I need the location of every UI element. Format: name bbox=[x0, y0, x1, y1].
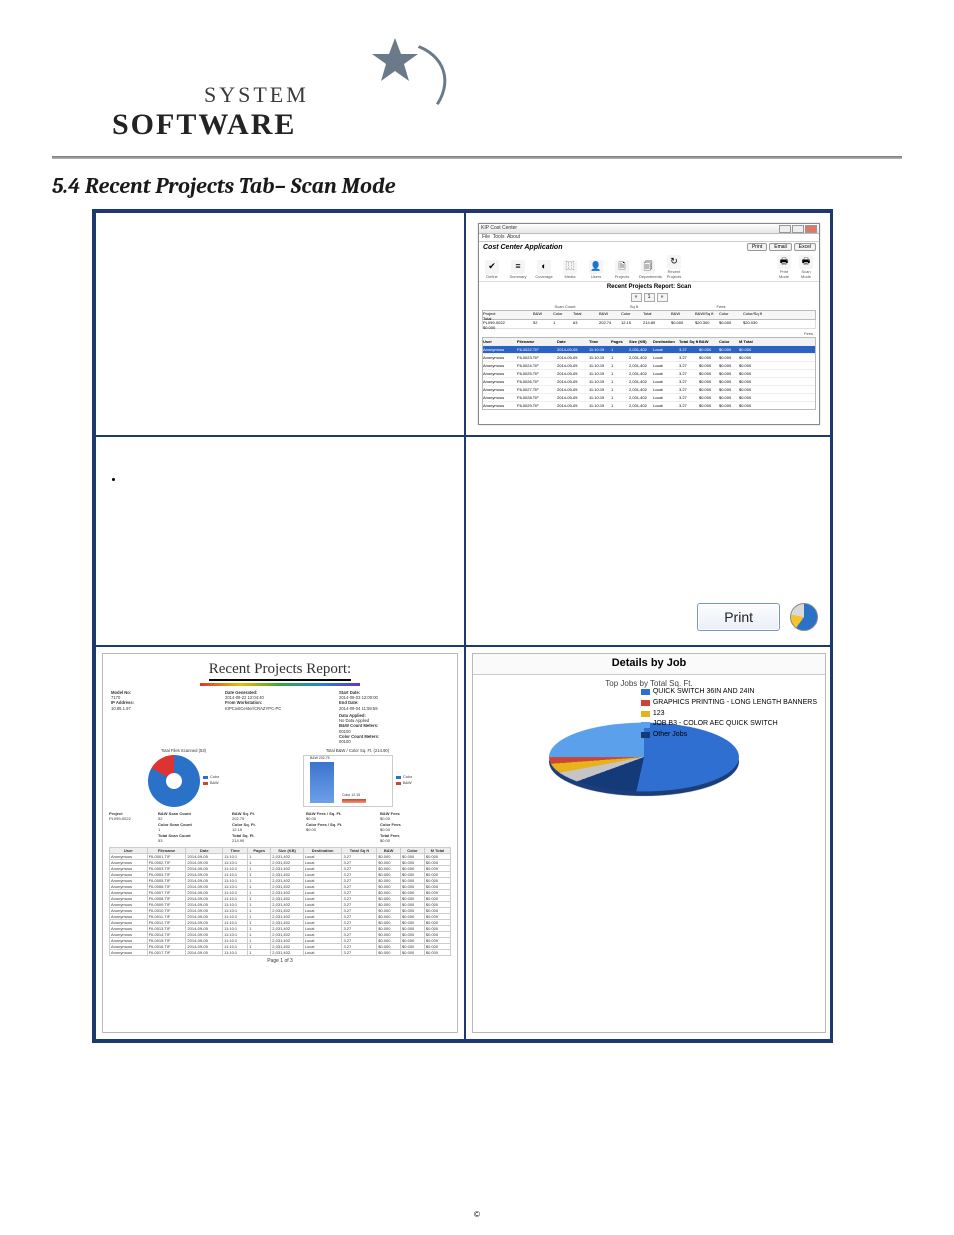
detail-row[interactable]: AnonymousFIL0029.TIF2014-09-0511:10:1912… bbox=[483, 401, 815, 409]
detail-headers: UserFilenameDateTimePagesSize (KB)Destin… bbox=[483, 338, 815, 345]
legend-item: JOB B3 - COLOR AEC QUICK SWITCH bbox=[641, 720, 817, 729]
report-title: Recent Projects Report: Scan bbox=[479, 284, 819, 292]
detail-row[interactable]: AnonymousFIL0024.TIF2014-09-0511:10:1912… bbox=[483, 361, 815, 369]
rainbow-rule bbox=[200, 683, 360, 686]
legend-item: QUICK SWITCH 36IN AND 24IN bbox=[641, 688, 817, 697]
report-row: AnonymousFIL0017.TIF2014-09-0511:10:112,… bbox=[110, 949, 451, 955]
define-icon[interactable]: ✔ bbox=[485, 260, 499, 274]
detail-row[interactable]: AnonymousFIL0025.TIF2014-09-0511:10:1912… bbox=[483, 369, 815, 377]
legend-item: 123 bbox=[641, 710, 817, 719]
detail-row[interactable]: AnonymousFIL0026.TIF2014-09-0511:10:1912… bbox=[483, 377, 815, 385]
excel-button[interactable]: Excel bbox=[794, 243, 816, 251]
cost-center-app-window: KIP Cost Center File Tools About Cost Ce… bbox=[478, 223, 820, 425]
menu-about[interactable]: About bbox=[507, 234, 520, 240]
report-meta: Model No:7170IP Address:10.85.1.97 Date … bbox=[111, 690, 449, 745]
content-grid: The fourth tab displayed on the Reports … bbox=[92, 209, 833, 1043]
detail-row[interactable]: AnonymousFIL0028.TIF2014-09-0511:10:1912… bbox=[483, 393, 815, 401]
row2-outro: Selecting the Pie Chart will allow the u… bbox=[108, 489, 452, 512]
print-button[interactable]: Print bbox=[747, 243, 767, 251]
print-mode-icon[interactable]: 🖶 bbox=[777, 255, 791, 269]
row2-bullet: None bbox=[124, 474, 146, 484]
top-action-buttons: Print Email Excel bbox=[747, 243, 816, 251]
window-controls bbox=[779, 225, 817, 233]
email-button[interactable]: Email bbox=[769, 243, 792, 251]
brand-logo: SYSTEM SOFTWARE bbox=[112, 38, 902, 148]
recent-projects-icon[interactable]: ↻ bbox=[667, 255, 681, 269]
minimize-icon[interactable] bbox=[779, 225, 791, 233]
cell-description-1: The fourth tab displayed on the Reports … bbox=[95, 212, 465, 436]
summary-row: PL099-002252163202.7412.15214.89$0.000$2… bbox=[482, 320, 816, 329]
menu-bar: File Tools About bbox=[479, 234, 819, 242]
pie-header: Details by Job bbox=[473, 654, 825, 675]
projects-icon[interactable]: 🗎 bbox=[615, 260, 629, 274]
legend-item: GRAPHICS PRINTING - LONG LENGTH BANNERS bbox=[641, 699, 817, 708]
detail-row[interactable]: AnonymousFIL0027.TIF2014-09-0511:10:1912… bbox=[483, 385, 815, 393]
donut-title: Total Files Scanned (53) bbox=[148, 748, 219, 753]
summary-icon[interactable]: ≡ bbox=[511, 260, 525, 274]
detail-table: UserFilenameDateTimePagesSize (KB)Destin… bbox=[482, 337, 816, 410]
section-heading: 5.4 Recent Projects Tab– Scan Mode bbox=[52, 173, 902, 199]
swoosh-icon bbox=[300, 24, 459, 157]
detail-row[interactable]: AnonymousFIL0023.TIF2014-09-0511:10:1912… bbox=[483, 353, 815, 361]
cell-app-screenshot: KIP Cost Center File Tools About Cost Ce… bbox=[465, 212, 833, 436]
window-titlebar: KIP Cost Center bbox=[479, 224, 819, 234]
print-button-large[interactable]: Print bbox=[697, 603, 780, 631]
cell-pie-panel: Details by Job Top Jobs by Total Sq. Ft.… bbox=[465, 646, 833, 1040]
fees-label: Fees bbox=[479, 331, 813, 336]
menu-tools[interactable]: Tools bbox=[493, 234, 505, 240]
logo-line1: SYSTEM bbox=[204, 82, 309, 108]
intro-text: The fourth tab displayed on the Reports … bbox=[108, 223, 452, 257]
close-icon[interactable] bbox=[805, 225, 817, 233]
report-stats: ProjectPL099-0022B&W Scan Count52B&W Sq.… bbox=[109, 811, 451, 843]
pie-chart-icon[interactable] bbox=[790, 603, 818, 631]
report-pagination: Page 1 of 3 bbox=[109, 958, 451, 964]
pager: « 1 » bbox=[479, 293, 819, 302]
bars-title: Total B&W / Color Sq. Ft. (214.90) bbox=[303, 748, 412, 753]
pager-next[interactable]: » bbox=[657, 293, 668, 302]
bar-chart: B&W 202.75 Color 12.15 bbox=[303, 755, 393, 807]
copyright-symbol: © bbox=[474, 1210, 480, 1219]
scan-mode-icon[interactable]: 🖶 bbox=[799, 255, 813, 269]
media-icon[interactable]: ⿲ bbox=[563, 260, 577, 274]
details-by-job-panel: Details by Job Top Jobs by Total Sq. Ft.… bbox=[472, 653, 826, 1033]
cell-report-preview: Recent Projects Report: Model No:7170IP … bbox=[95, 646, 465, 1040]
cell-print-button: Print bbox=[465, 436, 833, 646]
departments-icon[interactable]: 🗐 bbox=[641, 260, 655, 274]
summary-group-headers: Scan CountSq ftFees bbox=[482, 304, 816, 310]
coverage-icon[interactable]: ◐ bbox=[537, 260, 551, 274]
row2-intro: Selecting the Print button will allow th… bbox=[108, 447, 452, 470]
summary-column-headers: ProjectB&WColorTotalB&WColorTotalB&WB&W/… bbox=[482, 310, 816, 320]
report-title-text: Recent Projects Report: bbox=[209, 660, 351, 681]
donut-chart bbox=[148, 755, 200, 807]
menu-file[interactable]: File bbox=[482, 234, 490, 240]
detail-row[interactable]: AnonymousFIL0022.TIF2014-09-0511:10:1912… bbox=[483, 345, 815, 353]
printed-report-preview: Recent Projects Report: Model No:7170IP … bbox=[102, 653, 458, 1033]
users-icon[interactable]: 👤 bbox=[589, 260, 603, 274]
header-rule bbox=[52, 156, 902, 159]
pager-prev[interactable]: « bbox=[631, 293, 642, 302]
main-toolbar: ✔Define ≡Summary ◐Coverage ⿲Media 👤Users… bbox=[479, 255, 819, 282]
logo-line2: SOFTWARE bbox=[112, 108, 309, 142]
pager-page: 1 bbox=[644, 293, 655, 302]
pie-legend: QUICK SWITCH 36IN AND 24IN GRAPHICS PRINT… bbox=[641, 688, 817, 740]
maximize-icon[interactable] bbox=[792, 225, 804, 233]
legend-item: Other Jobs bbox=[641, 731, 817, 740]
window-title: KIP Cost Center bbox=[481, 225, 517, 231]
report-table: UserFilenameDateTimePagesSize (KB)Destin… bbox=[109, 847, 451, 956]
cell-description-2: Selecting the Print button will allow th… bbox=[95, 436, 465, 646]
page-footer: KIP Cost Center User Guide © bbox=[0, 1201, 954, 1219]
